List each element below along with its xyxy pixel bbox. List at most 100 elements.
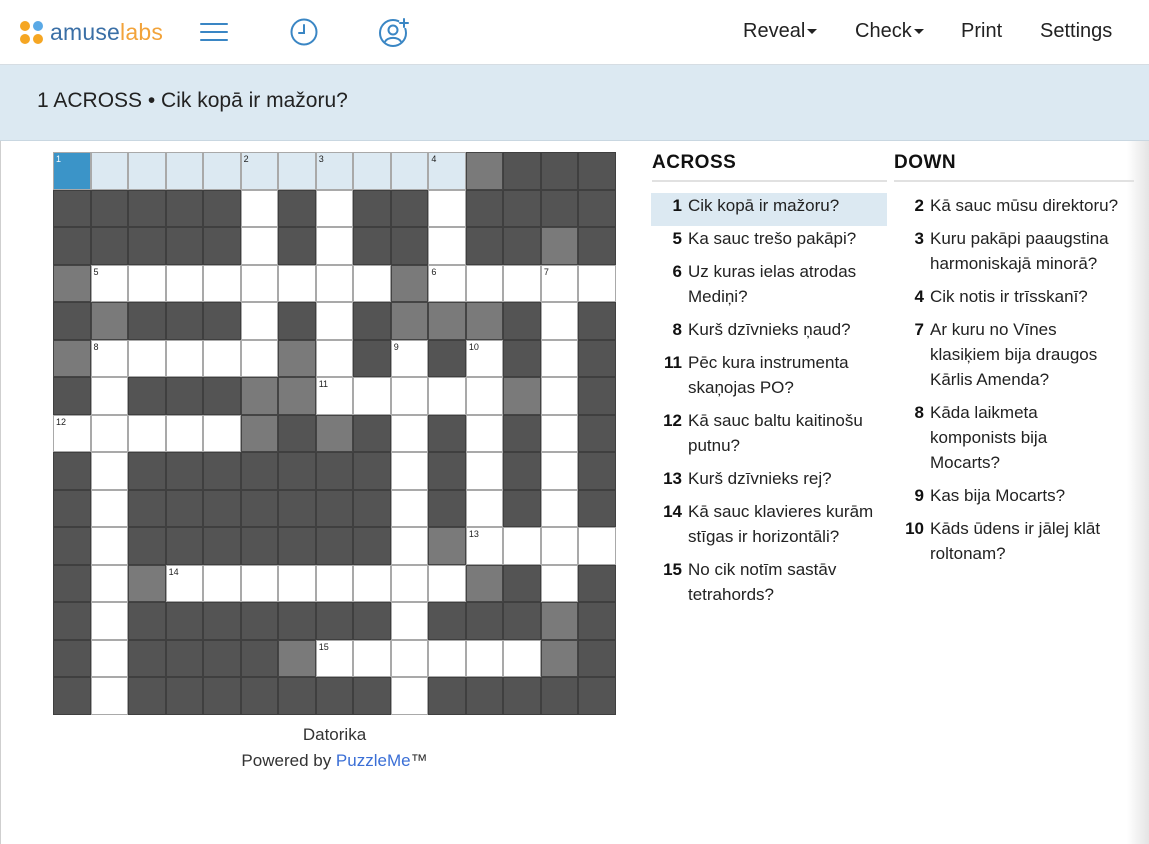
grid-cell[interactable] [90,452,129,490]
grid-cell[interactable] [90,152,129,190]
grid-cell[interactable] [90,377,129,415]
grid-cell[interactable]: 6 [428,264,466,303]
puzzleme-link[interactable]: PuzzleMe [336,751,411,770]
grid-cell[interactable] [315,189,354,228]
menu-icon[interactable] [198,16,230,48]
grid-cell[interactable] [240,564,279,603]
grid-cell[interactable] [240,339,279,378]
grid-cell[interactable] [353,152,391,190]
across-clue-item[interactable]: 1 Cik kopā ir mažoru? [651,193,887,226]
grid-cell[interactable] [465,414,504,453]
grid-cell[interactable] [203,564,241,603]
grid-cell[interactable] [203,152,241,190]
grid-cell[interactable] [240,264,279,303]
grid-cell[interactable] [465,639,504,678]
grid-cell[interactable] [428,639,466,678]
grid-cell[interactable] [390,489,429,528]
settings-button[interactable]: Settings [1040,20,1112,43]
grid-cell[interactable] [90,527,129,565]
grid-cell[interactable] [278,264,316,303]
grid-cell[interactable] [240,302,279,340]
grid-cell[interactable] [90,414,129,453]
grid-cell[interactable] [390,452,429,490]
grid-cell[interactable]: 9 [390,339,429,378]
grid-cell[interactable] [240,189,279,228]
grid-cell[interactable] [540,527,579,565]
grid-cell[interactable] [315,302,354,340]
grid-cell[interactable] [315,564,354,603]
grid-cell[interactable] [90,639,129,678]
down-clue-item[interactable]: 10 Kāds ūdens ir jālej klāt roltonam? [893,516,1123,574]
across-clue-item[interactable]: 11 Pēc kura instrumenta skaņojas PO? [651,350,887,408]
reveal-menu[interactable]: Reveal [743,20,818,43]
grid-cell[interactable] [465,264,504,303]
grid-cell[interactable] [428,189,466,228]
across-clue-item[interactable]: 8 Kurš dzīvnieks ņaud? [651,317,887,350]
grid-cell[interactable] [465,377,504,415]
clock-icon[interactable] [288,16,320,48]
across-clue-item[interactable]: 15 No cik notīm sastāv tetrahords? [651,557,887,615]
grid-cell[interactable] [315,227,354,265]
grid-cell[interactable] [390,414,429,453]
grid-cell[interactable] [428,564,466,603]
across-clue-item[interactable]: 5 Ka sauc trešo pakāpi? [651,226,887,259]
grid-cell[interactable]: 8 [90,339,129,378]
grid-cell[interactable] [278,564,316,603]
down-clue-item[interactable]: 9 Kas bija Mocarts? [893,483,1123,516]
grid-cell[interactable] [503,639,541,678]
grid-cell[interactable] [390,377,429,415]
grid-cell[interactable] [390,527,429,565]
grid-cell[interactable] [165,264,204,303]
grid-cell[interactable] [353,564,391,603]
grid-cell[interactable] [203,264,241,303]
grid-cell[interactable] [90,677,129,715]
grid-cell[interactable]: 7 [540,264,579,303]
grid-cell[interactable] [465,489,504,528]
grid-cell[interactable] [128,339,166,378]
grid-cell[interactable] [353,264,391,303]
across-clue-item[interactable]: 13 Kurš dzīvnieks rej? [651,466,887,499]
down-clue-item[interactable]: 4 Cik notis ir trīsskanī? [893,284,1123,317]
grid-cell[interactable] [465,452,504,490]
grid-cell[interactable] [90,564,129,603]
grid-cell[interactable]: 3 [315,152,354,190]
grid-cell[interactable] [578,264,616,303]
grid-cell[interactable] [540,339,579,378]
print-button[interactable]: Print [961,20,1002,43]
across-clue-item[interactable]: 6 Uz kuras ielas atrodas Mediņi? [651,259,887,317]
grid-cell[interactable] [240,227,279,265]
crossword-grid[interactable]: 1 2 3 4 5 6 7 8 9 10 11 12 13 14 15 [53,152,616,715]
grid-cell[interactable] [503,264,541,303]
grid-cell[interactable] [390,602,429,640]
check-menu[interactable]: Check [855,20,924,43]
grid-cell[interactable]: 13 [465,527,504,565]
grid-cell[interactable] [90,489,129,528]
grid-cell[interactable] [353,377,391,415]
grid-cell[interactable] [503,527,541,565]
down-clue-item[interactable]: 2 Kā sauc mūsu direktoru? [893,193,1123,226]
down-clue-item[interactable]: 3 Kuru pakāpi paaugstina harmoniskajā min… [893,226,1123,284]
grid-cell[interactable] [353,639,391,678]
grid-cell[interactable] [540,302,579,340]
grid-cell[interactable] [540,564,579,603]
grid-cell[interactable] [540,377,579,415]
grid-cell[interactable] [540,452,579,490]
grid-cell[interactable] [203,414,241,453]
grid-cell[interactable]: 2 [240,152,279,190]
grid-cell[interactable] [128,264,166,303]
down-clue-item[interactable]: 8 Kāda laikmeta komponists bija Mocarts? [893,400,1123,483]
grid-cell[interactable] [540,489,579,528]
add-user-icon[interactable] [378,16,410,48]
grid-cell[interactable] [315,339,354,378]
grid-cell[interactable] [390,152,429,190]
grid-cell[interactable]: 15 [315,639,354,678]
grid-cell[interactable] [390,677,429,715]
grid-cell[interactable]: 11 [315,377,354,415]
grid-cell[interactable] [578,527,616,565]
grid-cell[interactable] [428,227,466,265]
grid-cell[interactable] [90,602,129,640]
grid-cell[interactable]: 14 [165,564,204,603]
grid-cell[interactable] [203,339,241,378]
grid-cell[interactable] [165,414,204,453]
grid-cell[interactable] [390,564,429,603]
